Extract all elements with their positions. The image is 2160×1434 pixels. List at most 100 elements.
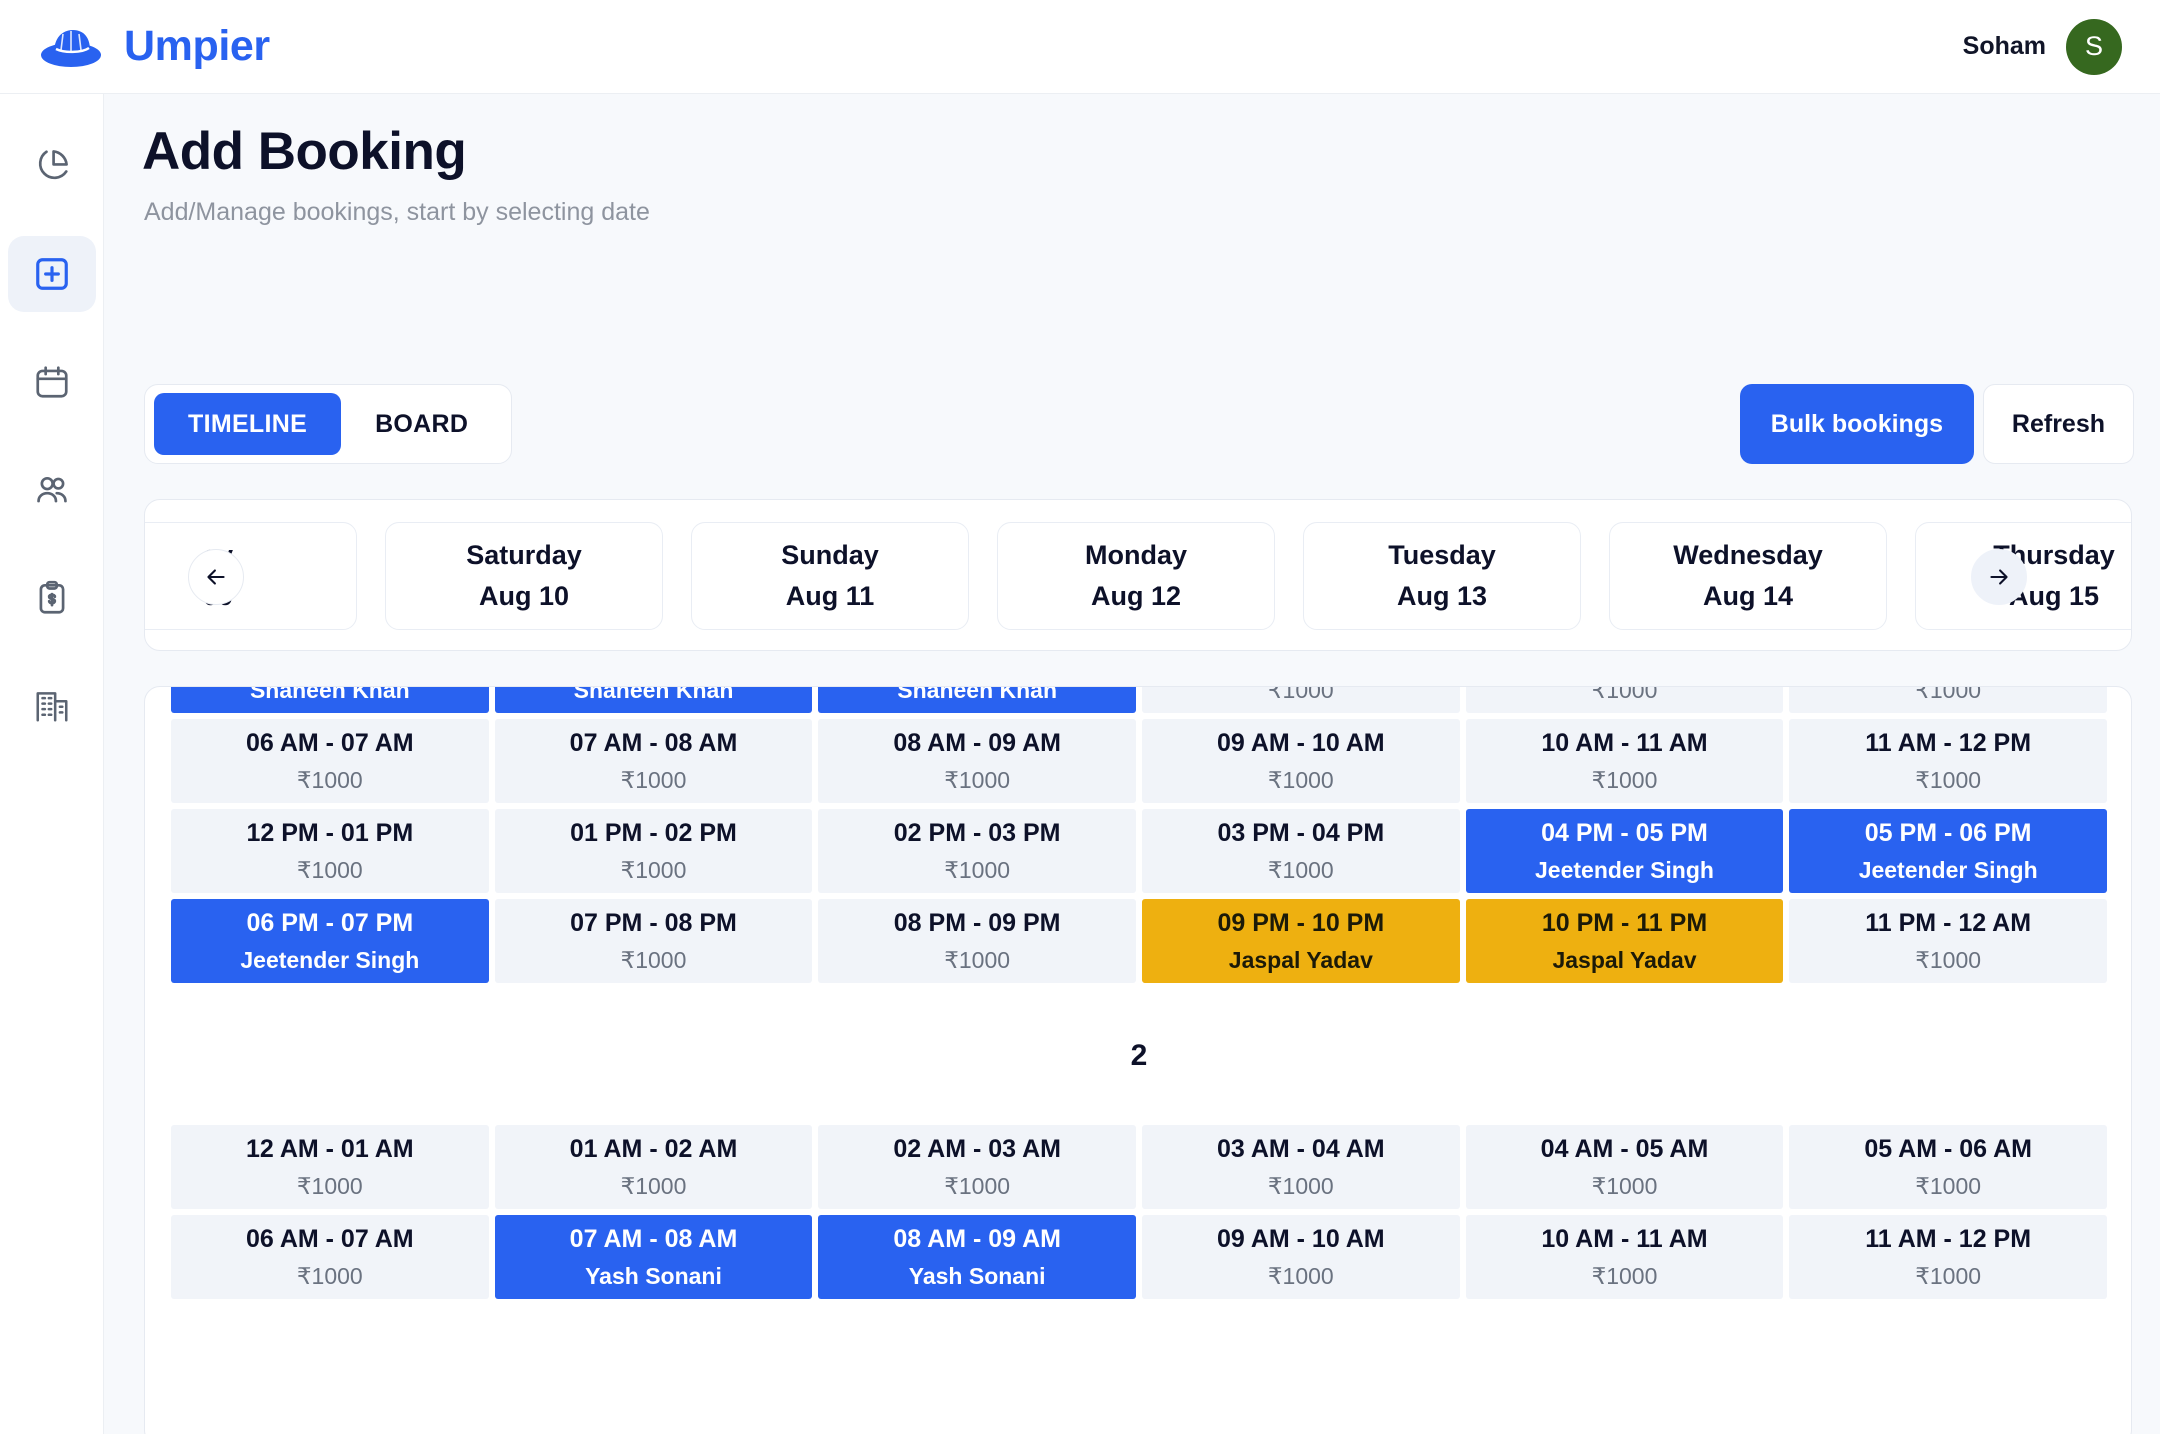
refresh-button[interactable]: Refresh	[1982, 384, 2134, 464]
add-box-icon	[33, 255, 71, 293]
calendar-icon	[33, 363, 71, 401]
slot-time: 06 AM - 07 AM	[246, 1224, 414, 1253]
slot-available[interactable]: 09 AM - 10 AM ₹1000	[1141, 719, 1460, 803]
date-day-label: Monday	[1084, 540, 1187, 570]
slot-booked[interactable]: 02 AM - 03 AMShaheen Khan	[818, 687, 1136, 713]
users-icon	[33, 471, 71, 509]
user-menu[interactable]: Soham S	[1963, 18, 2122, 75]
timeline-panel: 12 AM - 01 AMShaheen Khan01 AM - 02 AMSh…	[144, 686, 2132, 1434]
slot-available[interactable]: 11 AM - 12 PM ₹1000	[1789, 719, 2107, 803]
slot-time: 08 PM - 09 PM	[893, 908, 1061, 937]
slot-time: 03 PM - 04 PM	[1217, 818, 1385, 847]
slot-booked[interactable]: 06 PM - 07 PM Jeetender Singh	[171, 899, 489, 983]
slot-available[interactable]: 04 AM - 05 AM₹1000	[1465, 1125, 1784, 1209]
date-card[interactable]: Wednesday Aug 14	[1609, 522, 1887, 630]
slot-time: 02 AM - 03 AM	[893, 1134, 1061, 1163]
slot-available[interactable]: 11 PM - 12 AM ₹1000	[1789, 899, 2107, 983]
timeline-scroll: 12 AM - 01 AMShaheen Khan01 AM - 02 AMSh…	[145, 686, 2131, 1299]
slot-available[interactable]: 09 AM - 10 AM ₹1000	[1141, 1215, 1460, 1299]
slot-available[interactable]: 05 AM - 06 AM₹1000	[1789, 686, 2107, 713]
slot-time: 01 AM - 02 AM	[569, 1134, 738, 1163]
date-date-label: Aug 11	[785, 581, 875, 611]
slot-available[interactable]: 07 PM - 08 PM ₹1000	[494, 899, 813, 983]
slot-price: ₹1000	[1915, 686, 1982, 703]
slot-time: 01 PM - 02 PM	[570, 818, 737, 847]
brand[interactable]: Umpier	[40, 22, 270, 72]
slot-grid: 12 AM - 01 AMShaheen Khan01 AM - 02 AMSh…	[171, 686, 2107, 983]
date-card[interactable]: Sunday Aug 11	[691, 522, 969, 630]
toolbar: TIMELINE BOARD Bulk bookings Refresh	[104, 384, 2160, 464]
slot-customer-name: Jeetender Singh	[1535, 856, 1714, 883]
slot-booked[interactable]: 05 PM - 06 PM Jeetender Singh	[1789, 809, 2107, 893]
slot-available[interactable]: 10 AM - 11 AM ₹1000	[1465, 719, 1784, 803]
slot-price: ₹1000	[296, 766, 363, 793]
slot-time: 12 PM - 01 PM	[246, 818, 414, 847]
slot-booked[interactable]: 01 AM - 02 AMShaheen Khan	[494, 687, 813, 713]
slot-available[interactable]: 01 AM - 02 AM ₹1000	[494, 1125, 813, 1209]
avatar[interactable]: S	[2066, 18, 2122, 75]
sidebar-item-venues[interactable]	[8, 668, 96, 744]
slot-time: 07 AM - 08 AM	[569, 728, 738, 757]
date-card[interactable]: Saturday Aug 10	[385, 522, 663, 630]
date-date-label: Aug 13	[1396, 581, 1488, 611]
bulk-bookings-button[interactable]: Bulk bookings	[1739, 384, 1974, 464]
slot-available[interactable]: 04 AM - 05 AM₹1000	[1465, 686, 1784, 713]
slot-time: 02 PM - 03 PM	[893, 818, 1061, 847]
slot-booked[interactable]: 10 PM - 11 PM Jaspal Yadav	[1465, 899, 1784, 983]
date-card[interactable]: ay09	[145, 522, 357, 630]
slot-time: 08 AM - 09 AM	[893, 728, 1061, 757]
slot-price: ₹1000	[1915, 766, 1982, 793]
date-date-label: Aug 12	[1090, 581, 1182, 611]
sidebar-item-payments[interactable]	[8, 560, 96, 636]
slot-available[interactable]: 12 AM - 01 AM ₹1000	[171, 1125, 489, 1209]
date-card[interactable]: Monday Aug 12	[997, 522, 1275, 630]
sidebar-item-customers[interactable]	[8, 452, 96, 528]
sidebar-item-add-booking[interactable]	[7, 236, 96, 312]
slot-price: ₹1000	[1915, 1262, 1982, 1289]
slot-available[interactable]: 03 AM - 04 AM ₹1000	[1141, 1125, 1460, 1209]
slot-available[interactable]: 08 PM - 09 PM ₹1000	[818, 899, 1136, 983]
slot-available[interactable]: 06 AM - 07 AM ₹1000	[171, 719, 489, 803]
sidebar	[0, 94, 104, 1434]
slot-available[interactable]: 02 AM - 03 AM ₹1000	[818, 1125, 1136, 1209]
page-title: Add Booking	[142, 122, 467, 181]
court-label: 2	[1130, 1039, 1148, 1072]
slot-customer-name: Jeetender Singh	[1858, 856, 2038, 883]
slot-grid: 12 AM - 01 AM ₹1000 01 AM - 02 AM ₹1000 02 A…	[171, 1125, 2107, 1299]
sidebar-item-dashboard[interactable]	[8, 128, 96, 204]
slot-booked[interactable]: 07 AM - 08 AM Yash Sonani	[494, 1215, 813, 1299]
date-day-label: Saturday	[466, 540, 582, 570]
clipboard-dollar-icon	[33, 579, 71, 617]
slot-available[interactable]: 03 PM - 04 PM ₹1000	[1141, 809, 1460, 893]
slot-available[interactable]: 05 AM - 06 AM₹1000	[1789, 1125, 2107, 1209]
slot-available[interactable]: 11 AM - 12 PM ₹1000	[1789, 1215, 2107, 1299]
slot-time: 03 AM - 04 AM	[1217, 1134, 1385, 1163]
slot-price: ₹1000	[296, 1262, 363, 1289]
slot-available[interactable]: 01 PM - 02 PM ₹1000	[494, 809, 813, 893]
next-week-button[interactable]	[1971, 549, 2027, 605]
slot-available[interactable]: 12 PM - 01 PM ₹1000	[171, 809, 489, 893]
date-date-label: Aug 14	[1702, 581, 1794, 611]
slot-price: ₹1000	[1591, 686, 1658, 703]
tab-board[interactable]: BOARD	[341, 393, 502, 455]
slot-available[interactable]: 03 AM - 04 AM₹1000	[1141, 687, 1460, 713]
slot-booked[interactable]: 04 PM - 05 PM Jeetender Singh	[1465, 809, 1784, 893]
slot-booked[interactable]: 12 AM - 01 AMShaheen Khan	[171, 687, 489, 713]
slot-time: 07 AM - 08 AM	[569, 1224, 738, 1253]
slot-available[interactable]: 07 AM - 08 AM ₹1000	[494, 719, 813, 803]
tab-timeline[interactable]: TIMELINE	[154, 393, 342, 455]
page-subtitle: Add/Manage bookings, start by selecting …	[144, 198, 650, 226]
brand-name: Umpier	[124, 22, 270, 70]
main-content: Add Booking Add/Manage bookings, start b…	[104, 94, 2160, 1434]
court-block: 12 AM - 01 AMShaheen Khan01 AM - 02 AMSh…	[145, 686, 2131, 983]
slot-available[interactable]: 10 AM - 11 AM ₹1000	[1465, 1215, 1784, 1299]
date-card[interactable]: Tuesday Aug 13	[1303, 522, 1581, 630]
slot-available[interactable]: 08 AM - 09 AM ₹1000	[818, 719, 1136, 803]
slot-booked[interactable]: 08 AM - 09 AM Yash Sonani	[818, 1215, 1136, 1299]
prev-week-button[interactable]	[188, 549, 244, 605]
slot-available[interactable]: 02 PM - 03 PM ₹1000	[818, 809, 1136, 893]
slot-price: ₹1000	[1267, 1172, 1334, 1199]
slot-available[interactable]: 06 AM - 07 AM ₹1000	[171, 1215, 489, 1299]
slot-booked[interactable]: 09 PM - 10 PM Jaspal Yadav	[1141, 899, 1460, 983]
sidebar-item-calendar[interactable]	[8, 344, 96, 420]
